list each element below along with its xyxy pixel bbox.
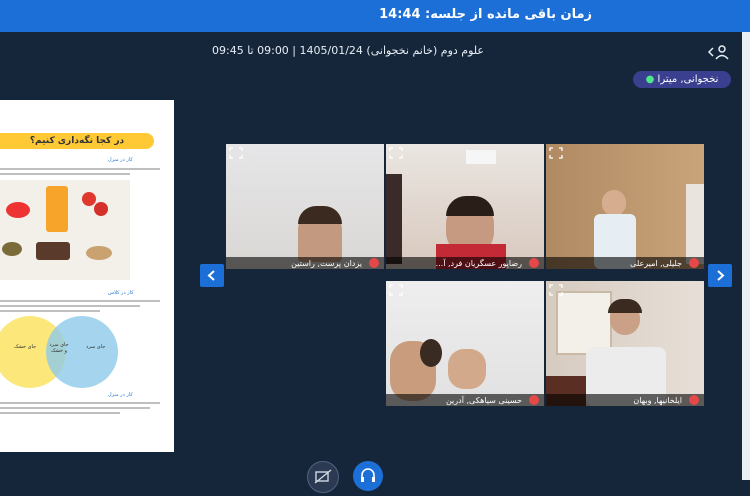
slide-text-line [0, 300, 160, 302]
venn-right-label: جای سرد [86, 344, 106, 350]
slide-text-line [0, 173, 130, 175]
video-tile[interactable]: یزدان پرست, راستین [226, 144, 384, 269]
right-edge-panel [742, 32, 750, 480]
venn-mid-label: جای سرد و خشک [49, 342, 69, 354]
slide-section-1: کار در منزل [108, 157, 133, 163]
video-feed [546, 144, 704, 269]
camera-off-icon [314, 469, 332, 484]
video-tile[interactable]: حسینی سیاهکی, آدرین [386, 281, 544, 406]
participant-name: یزدان پرست, راستین [291, 259, 362, 268]
slide-section-3: کار در منزل [108, 392, 133, 398]
participant-name: حسینی سیاهکی, آدرین [445, 396, 522, 405]
audio-button[interactable] [353, 461, 383, 491]
mic-off-icon [689, 395, 699, 405]
slide-section-2: کار در کلاس [108, 290, 134, 296]
slide-text-line [0, 310, 100, 312]
mic-off-icon [369, 258, 379, 268]
video-tile[interactable]: جلیلی, امیرعلی [546, 144, 704, 269]
venn-left-label: جای خشک [14, 344, 37, 350]
mic-off-icon [689, 258, 699, 268]
participant-name: ایلخانیها, وبهان [633, 396, 682, 405]
slide-text-line [0, 305, 140, 307]
next-page-button[interactable] [708, 264, 732, 287]
mic-off-icon [529, 395, 539, 405]
video-feed [226, 144, 384, 269]
headset-icon [361, 468, 375, 482]
video-feed [386, 281, 544, 406]
active-speaker-badge: نخجوانی, میترا ● [633, 71, 731, 88]
expand-icon[interactable] [389, 147, 403, 159]
user-icon[interactable] [707, 44, 729, 60]
chevron-right-icon [717, 270, 725, 281]
expand-icon[interactable] [229, 147, 243, 159]
active-speaker-name: نخجوانی, میترا [657, 74, 719, 85]
participant-name: رضاپور عسگریان فرد, آ... [435, 259, 522, 268]
prev-page-button[interactable] [200, 264, 224, 287]
slide-text-line [0, 407, 150, 409]
video-tile[interactable]: ایلخانیها, وبهان [546, 281, 704, 406]
slide-heading: در کجا نگه‌داری کنیم؟ [0, 133, 154, 149]
expand-icon[interactable] [549, 147, 563, 159]
slide-food-photo [0, 180, 130, 280]
video-tile[interactable]: رضاپور عسگریان فرد, آ... [386, 144, 544, 269]
session-timer-bar: زمان باقی مانده از جلسه: 14:44 [0, 0, 750, 32]
participant-name: جلیلی, امیرعلی [630, 259, 682, 268]
slide-text-line [0, 168, 160, 170]
video-feed [546, 281, 704, 406]
mic-icon: ● [645, 74, 655, 85]
slide-text-line [0, 412, 120, 414]
expand-icon[interactable] [549, 284, 563, 296]
session-title: علوم دوم (خانم نخجوانی) 1405/01/24 | 09:… [212, 44, 484, 57]
chevron-left-icon [207, 270, 215, 281]
expand-icon[interactable] [389, 284, 403, 296]
venn-diagram: جای خشک جای سرد و خشک جای سرد [0, 316, 130, 390]
camera-toggle-button[interactable] [307, 461, 339, 493]
mic-off-icon [529, 258, 539, 268]
slide-text-line [0, 402, 160, 404]
session-timer: زمان باقی مانده از جلسه: 14:44 [379, 7, 592, 22]
shared-content-slide: در کجا نگه‌داری کنیم؟ کار در منزل کار در… [0, 100, 174, 452]
video-feed [386, 144, 544, 269]
